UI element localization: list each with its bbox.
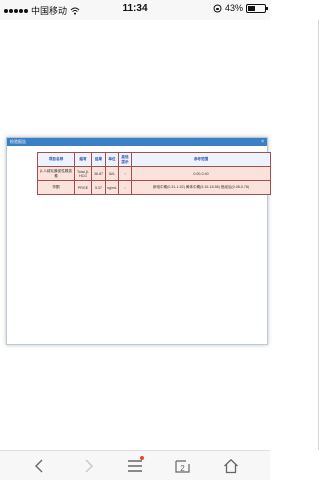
cell-name: 孕酮	[37, 180, 75, 195]
tabs-button[interactable]: 2	[173, 456, 193, 476]
chevron-right-icon	[85, 459, 93, 473]
table-header-row: 项目名称 缩写 结果 单位 高低提示 参考范围	[37, 152, 271, 167]
report-dialog: 检验报告 × 项目名称 缩写 结果 单位 高低提示 参考范围 β-人绒毛膜促性腺…	[6, 137, 271, 345]
table-row: 孕酮 PRGE 5.37 ng/mL ↑ 卵泡中期(0.31-1.52) 黄体中…	[37, 180, 271, 195]
cell-abbr: PRGE	[74, 180, 92, 195]
cell-result: 5.37	[91, 180, 106, 195]
browser-toolbar: 2	[0, 450, 270, 480]
header-unit: 单位	[105, 152, 119, 167]
battery-percent: 43%	[224, 3, 243, 13]
header-flag: 高低提示	[118, 152, 132, 167]
rotation-lock-icon	[213, 4, 222, 12]
page-scroll-edge	[318, 20, 319, 450]
cell-unit: IU/L	[105, 166, 119, 181]
cell-reference: 卵泡中期(0.31-1.52) 黄体中期(5.16-18.56) 绝经后(0.0…	[131, 180, 271, 195]
notification-dot	[140, 456, 144, 460]
header-result: 结果	[91, 152, 106, 167]
home-button[interactable]	[221, 456, 241, 476]
cell-name: β-人绒毛膜促性腺激素	[37, 166, 75, 181]
cell-flag: ↑	[118, 166, 132, 181]
header-reference: 参考范围	[131, 152, 271, 167]
menu-icon	[128, 460, 142, 472]
cell-result: 36.87	[91, 166, 106, 181]
dialog-titlebar: 检验报告 ×	[7, 138, 267, 146]
cell-reference: 0.00-0.40	[131, 166, 271, 181]
cell-unit: ng/mL	[105, 180, 119, 195]
header-name: 项目名称	[37, 152, 75, 167]
home-icon	[224, 458, 238, 474]
chevron-left-icon	[35, 459, 43, 473]
cell-flag: ↑	[118, 180, 132, 195]
tab-count: 2	[180, 464, 185, 473]
status-right: 43%	[213, 3, 268, 13]
header-abbr: 缩写	[74, 152, 92, 167]
cell-abbr: Total-β-HCG	[74, 166, 92, 181]
table-row: β-人绒毛膜促性腺激素 Total-β-HCG 36.87 IU/L ↑ 0.0…	[37, 166, 271, 181]
dialog-title: 检验报告	[10, 139, 26, 144]
status-bar: 中国移动 11:34 43%	[0, 0, 270, 20]
menu-button[interactable]	[125, 456, 145, 476]
close-icon[interactable]: ×	[261, 138, 264, 146]
tabs-icon: 2	[175, 460, 190, 473]
report-table: 项目名称 缩写 结果 单位 高低提示 参考范围 β-人绒毛膜促性腺激素 Tota…	[37, 152, 271, 195]
battery-icon	[246, 3, 268, 13]
back-button[interactable]	[29, 456, 49, 476]
forward-button[interactable]	[79, 456, 99, 476]
